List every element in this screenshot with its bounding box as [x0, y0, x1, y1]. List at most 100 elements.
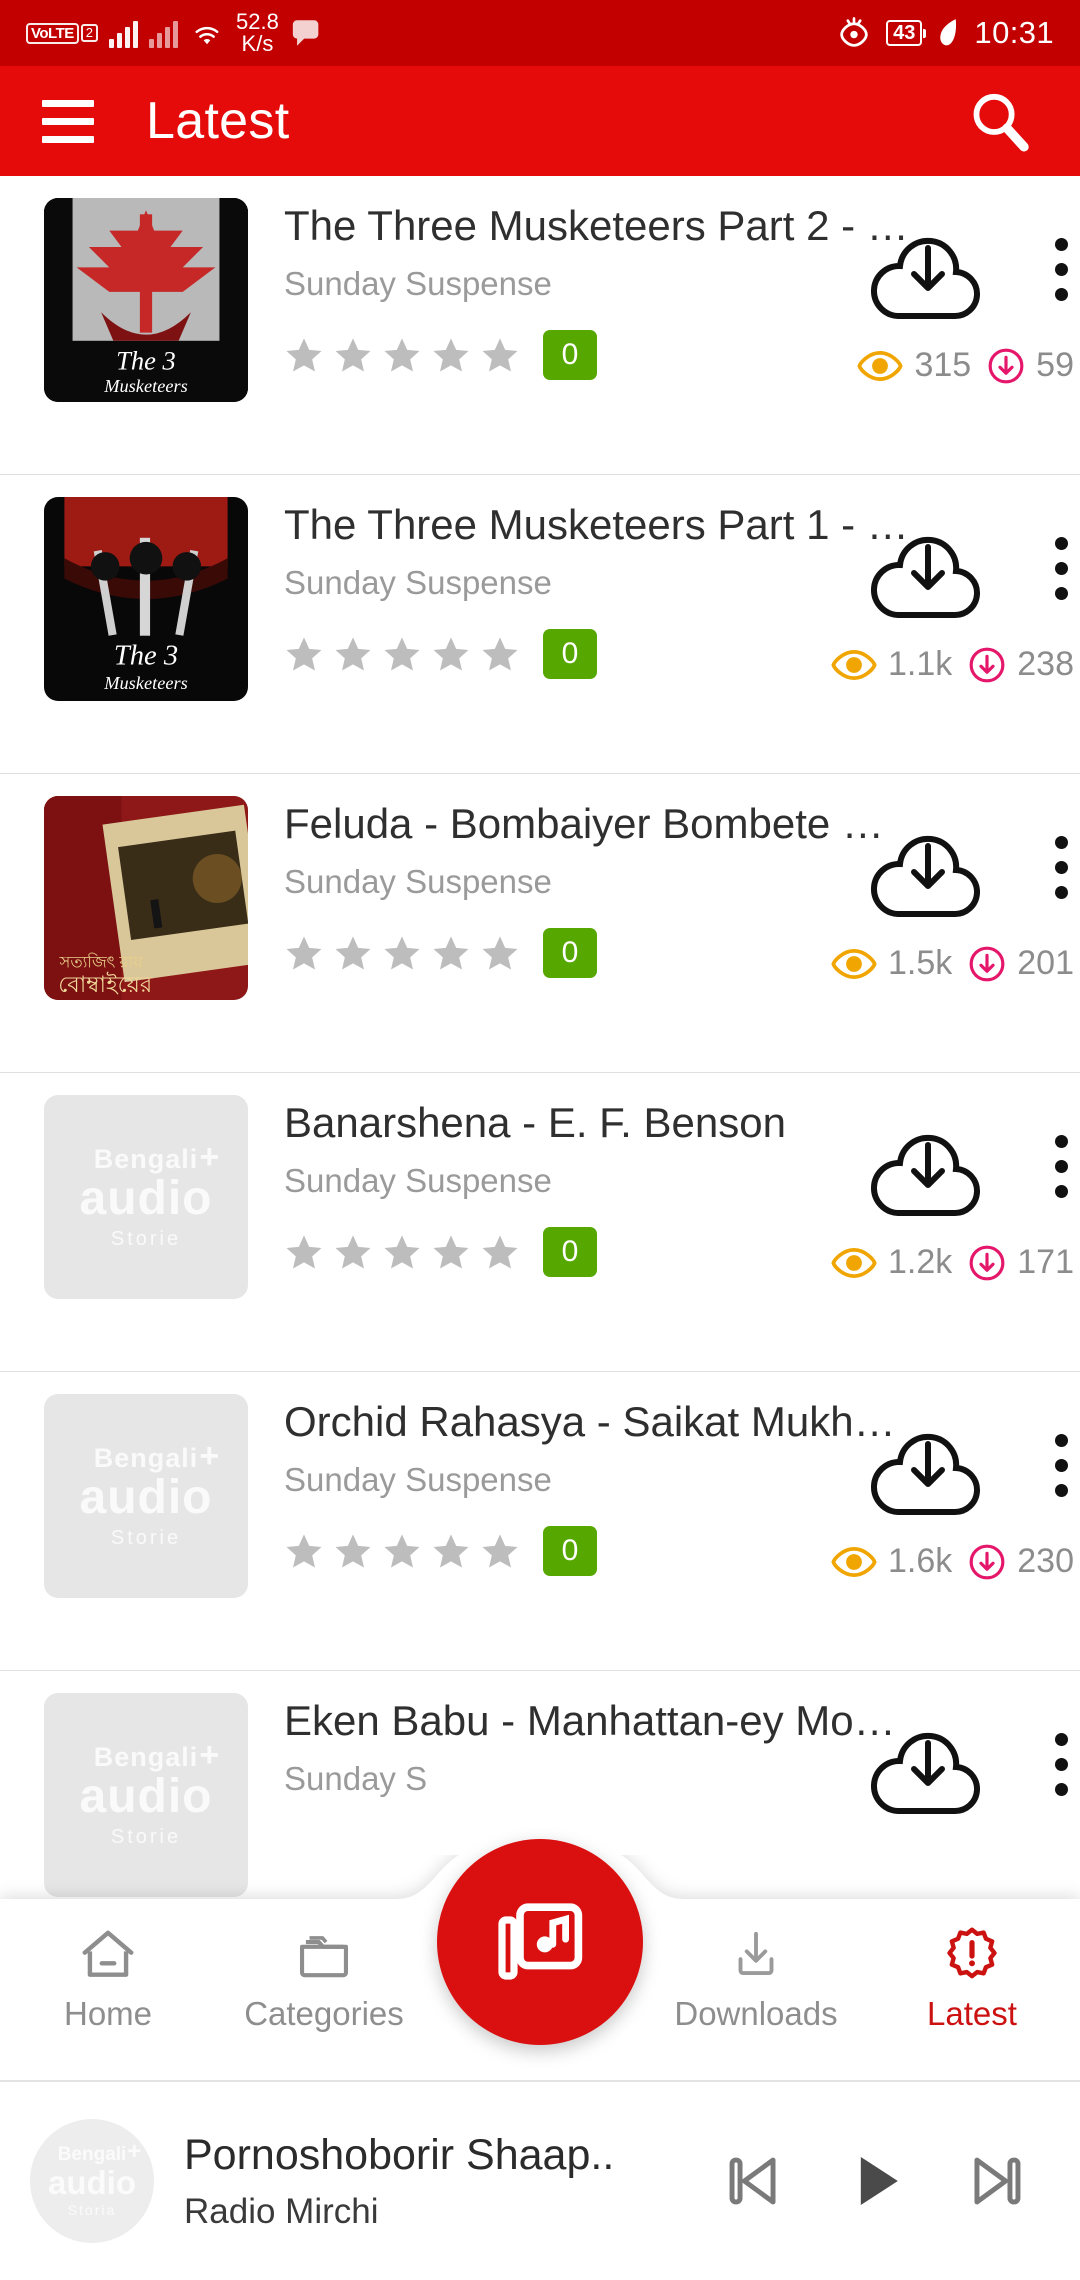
nav-label-latest: Latest: [927, 1994, 1017, 2032]
sidebar-item-downloads[interactable]: Downloads: [648, 1925, 864, 2033]
avatar: Bengali + audio Storia: [30, 2119, 154, 2243]
star-icon[interactable]: [333, 1531, 373, 1571]
cloud-download-icon[interactable]: [862, 521, 994, 630]
eye-icon: [831, 1247, 877, 1278]
play-icon[interactable]: [838, 2144, 912, 2218]
thumbnail[interactable]: The 3 Musketeers: [44, 198, 248, 402]
list-item[interactable]: Bengali + audio Storie Orchid Rahasya - S…: [0, 1372, 1080, 1671]
sidebar-item-categories[interactable]: Categories: [216, 1925, 432, 2033]
list-item-actions: 1.5k 201: [780, 792, 1080, 1042]
star-icon[interactable]: [284, 335, 324, 375]
watermark-plus: +: [199, 1436, 221, 1475]
rating-badge: 0: [543, 1227, 597, 1277]
eye-icon: [831, 1546, 877, 1577]
star-icon[interactable]: [284, 634, 324, 674]
star-icon[interactable]: [333, 634, 373, 674]
star-icon[interactable]: [431, 634, 471, 674]
more-vertical-icon[interactable]: [1055, 1135, 1068, 1198]
app-bar: Latest: [0, 66, 1080, 176]
sidebar-item-latest[interactable]: Latest: [864, 1925, 1080, 2033]
cloud-download-icon[interactable]: [862, 222, 994, 331]
folder-icon: [299, 1935, 349, 1977]
rating-badge: 0: [543, 629, 597, 679]
downloads-count: 201: [1017, 944, 1074, 982]
star-icon[interactable]: [284, 933, 324, 973]
views-count: 1.6k: [888, 1542, 953, 1580]
now-playing-subtitle: Radio Mirchi: [184, 2192, 379, 2231]
watermark-plus: +: [199, 1735, 221, 1774]
svg-text:Musketeers: Musketeers: [103, 376, 188, 396]
watermark-line1: Bengali: [93, 1143, 199, 1174]
bottom-navigation[interactable]: Home Categories Downloads Latest: [0, 1839, 1080, 2080]
volte-sim-number: 2: [80, 23, 99, 43]
star-icon[interactable]: [480, 634, 520, 674]
cloud-download-icon[interactable]: [862, 1418, 994, 1527]
list-item-actions: 315 59: [780, 194, 1080, 444]
thumbnail[interactable]: The 3 Musketeers: [44, 497, 248, 701]
more-vertical-icon[interactable]: [1055, 836, 1068, 899]
list-item[interactable]: Bengali + audio Storie Banarshena - E. F.…: [0, 1073, 1080, 1372]
list-item[interactable]: The 3 Musketeers The Three Musketeers Pa…: [0, 475, 1080, 774]
network-speed-unit: K/s: [241, 31, 274, 56]
thumbnail[interactable]: Bengali + audio Storie: [44, 1095, 248, 1299]
more-vertical-icon[interactable]: [1055, 1733, 1068, 1796]
item-metrics: 1.2k 171: [831, 1243, 1074, 1282]
message-bubble-icon: [292, 20, 319, 46]
star-icon[interactable]: [431, 1531, 471, 1571]
mini-player-meta: Pornoshoborir Shaap.. Radio Mirchi: [184, 2128, 716, 2234]
star-icon[interactable]: [382, 335, 422, 375]
star-icon[interactable]: [284, 1232, 324, 1272]
star-icon[interactable]: [431, 1232, 471, 1272]
more-vertical-icon[interactable]: [1055, 238, 1068, 301]
star-icon[interactable]: [382, 1531, 422, 1571]
star-icon[interactable]: [284, 1531, 324, 1571]
star-icon[interactable]: [480, 933, 520, 973]
now-playing-title: Pornoshoborir Shaap..: [184, 2131, 615, 2179]
star-icon[interactable]: [333, 1232, 373, 1272]
watermark-line3: Storie: [110, 1526, 182, 1549]
hamburger-menu-icon[interactable]: [42, 99, 94, 143]
skip-next-icon[interactable]: [960, 2144, 1034, 2218]
rating-badge: 0: [543, 928, 597, 978]
star-icon[interactable]: [480, 335, 520, 375]
search-icon[interactable]: [966, 88, 1032, 154]
star-icon[interactable]: [431, 335, 471, 375]
star-icon[interactable]: [382, 1232, 422, 1272]
thumbnail[interactable]: Bengali + audio Storie: [44, 1394, 248, 1598]
list-item[interactable]: The 3 Musketeers The Three Musketeers Pa…: [0, 176, 1080, 475]
audio-list[interactable]: The 3 Musketeers The Three Musketeers Pa…: [0, 176, 1080, 1970]
avatar-watermark-plus: +: [127, 2138, 142, 2165]
views-metric: 315: [857, 346, 971, 385]
star-icon[interactable]: [480, 1232, 520, 1272]
views-count: 1.5k: [888, 944, 953, 982]
thumbnail[interactable]: সত্যজিৎ রায় বোম্বাইয়ের: [44, 796, 248, 1000]
music-library-fab[interactable]: [437, 1839, 643, 2045]
mini-player-controls: [716, 2144, 1050, 2218]
cloud-download-icon[interactable]: [862, 820, 994, 929]
eye-icon: [831, 948, 877, 979]
more-vertical-icon[interactable]: [1055, 537, 1068, 600]
downloads-metric: 230: [968, 1542, 1074, 1581]
rating-badge: 0: [543, 1526, 597, 1576]
download-circle-icon: [969, 946, 1005, 981]
star-icon[interactable]: [382, 634, 422, 674]
cloud-download-icon[interactable]: [862, 1717, 994, 1826]
list-item[interactable]: সত্যজিৎ রায় বোম্বাইয়ের Feluda - Bombai…: [0, 774, 1080, 1073]
home-icon: [82, 1930, 134, 1977]
views-metric: 1.1k: [831, 645, 952, 684]
sidebar-item-home[interactable]: Home: [0, 1925, 216, 2033]
cloud-download-icon[interactable]: [862, 1119, 994, 1228]
app-screen: VoLTE 2 52.8 K/s 43 10:31 Latest The 3 M…: [0, 0, 1080, 2280]
skip-previous-icon[interactable]: [716, 2144, 790, 2218]
mini-player[interactable]: Bengali + audio Storia Pornoshoborir Shaa…: [0, 2080, 1080, 2280]
item-metrics: 1.6k 230: [831, 1542, 1074, 1581]
star-icon[interactable]: [431, 933, 471, 973]
star-icon[interactable]: [382, 933, 422, 973]
more-vertical-icon[interactable]: [1055, 1434, 1068, 1497]
signal-bars-icon: [109, 18, 139, 48]
eye-icon: [857, 350, 904, 381]
star-icon[interactable]: [333, 933, 373, 973]
star-icon[interactable]: [333, 335, 373, 375]
star-icon[interactable]: [480, 1531, 520, 1571]
downloads-count: 59: [1036, 346, 1074, 384]
